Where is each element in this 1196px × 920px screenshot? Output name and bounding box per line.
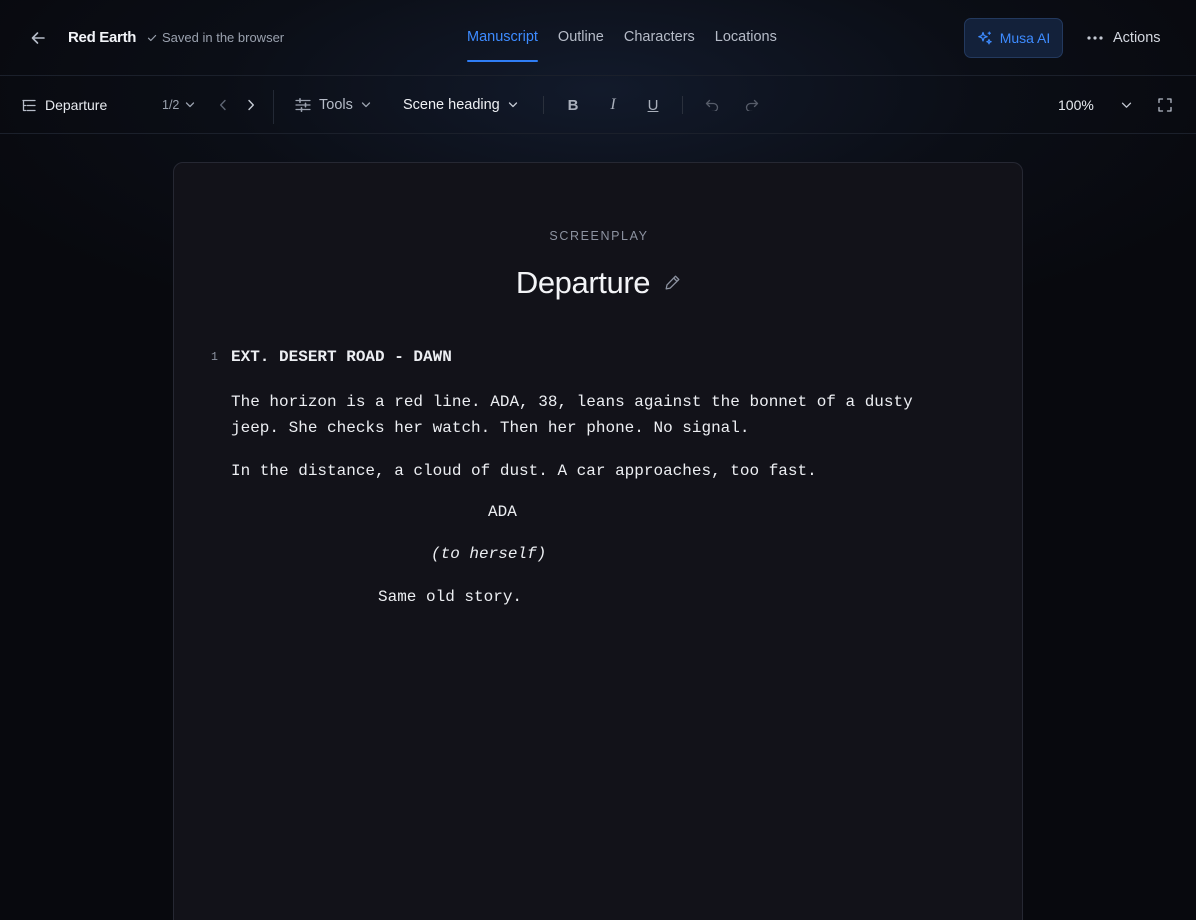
- scene-selector-label: Departure: [45, 97, 108, 113]
- tab-outline[interactable]: Outline: [558, 0, 604, 76]
- edit-title-button[interactable]: [662, 272, 682, 292]
- arrow-left-icon: [31, 32, 45, 44]
- scene-selector[interactable]: Departure: [22, 76, 107, 134]
- action-line[interactable]: The horizon is a red line. ADA, 38, lean…: [231, 389, 931, 415]
- actions-label: Actions: [1113, 30, 1161, 46]
- underline-button[interactable]: U: [643, 76, 663, 134]
- element-format-label: Scene heading: [403, 97, 500, 113]
- scene-heading[interactable]: EXT. DESERT ROAD - DAWN: [231, 348, 452, 366]
- action-line[interactable]: jeep. She checks her watch. Then her pho…: [231, 415, 931, 441]
- toolbar-divider: [273, 90, 274, 124]
- save-status-text: Saved in the browser: [162, 30, 285, 45]
- parenthetical[interactable]: (to herself): [431, 545, 546, 563]
- chevron-down-icon: [508, 102, 517, 108]
- fullscreen-button[interactable]: [1156, 76, 1174, 134]
- list-tree-icon: [22, 99, 36, 111]
- toolbar-divider: [543, 96, 544, 114]
- sliders-icon: [295, 98, 311, 112]
- zoom-level[interactable]: 100%: [1058, 76, 1094, 134]
- tools-label: Tools: [319, 97, 353, 113]
- tab-characters[interactable]: Characters: [624, 0, 695, 76]
- top-bar: Red Earth Saved in the browser Manuscrip…: [0, 0, 1196, 76]
- redo-button[interactable]: [742, 76, 762, 134]
- fullscreen-icon: [1158, 98, 1172, 112]
- musa-ai-button[interactable]: Musa AI: [964, 18, 1063, 58]
- manuscript-page[interactable]: SCREENPLAY Departure 1 EXT. DESERT ROAD …: [173, 162, 1023, 920]
- element-format-select[interactable]: Scene heading: [403, 76, 518, 134]
- chevron-down-icon: [186, 102, 195, 108]
- document-title[interactable]: Departure: [516, 265, 651, 301]
- page-indicator-text: 1/2: [162, 98, 180, 112]
- project-title: Red Earth: [68, 29, 137, 46]
- redo-icon: [745, 99, 759, 111]
- previous-page-button[interactable]: [216, 76, 230, 134]
- document-title-row: Departure: [174, 265, 1024, 301]
- chevron-down-icon: [1121, 102, 1131, 108]
- save-status: Saved in the browser: [147, 30, 284, 45]
- tools-menu-button[interactable]: Tools: [295, 76, 371, 134]
- document-type-label: SCREENPLAY: [549, 229, 649, 243]
- app-window: Red Earth Saved in the browser Manuscrip…: [0, 0, 1196, 920]
- italic-button[interactable]: I: [603, 76, 623, 134]
- back-button[interactable]: [26, 26, 50, 50]
- zoom-dropdown-button[interactable]: [1118, 76, 1134, 134]
- chevron-down-icon: [361, 102, 371, 108]
- tab-manuscript[interactable]: Manuscript: [467, 0, 538, 76]
- action-line[interactable]: In the distance, a cloud of dust. A car …: [231, 458, 931, 484]
- toolbar-divider: [682, 96, 683, 114]
- chevron-right-icon: [248, 99, 254, 111]
- next-page-button[interactable]: [244, 76, 258, 134]
- scene-number: 1: [211, 351, 218, 364]
- page-indicator[interactable]: 1/2: [162, 76, 195, 134]
- actions-menu-button[interactable]: Actions: [1086, 18, 1161, 58]
- check-icon: [147, 34, 157, 41]
- tab-locations[interactable]: Locations: [715, 0, 777, 76]
- pencil-icon: [665, 275, 680, 290]
- more-horizontal-icon: [1087, 36, 1103, 40]
- chevron-left-icon: [220, 99, 226, 111]
- dialogue[interactable]: Same old story.: [378, 588, 522, 606]
- nav-tabs: Manuscript Outline Characters Locations: [467, 0, 777, 76]
- undo-icon: [705, 99, 719, 111]
- sparkles-icon: [977, 31, 992, 45]
- musa-ai-label: Musa AI: [999, 30, 1051, 46]
- bold-button[interactable]: B: [563, 76, 583, 134]
- character-cue[interactable]: ADA: [488, 503, 517, 521]
- undo-button[interactable]: [702, 76, 722, 134]
